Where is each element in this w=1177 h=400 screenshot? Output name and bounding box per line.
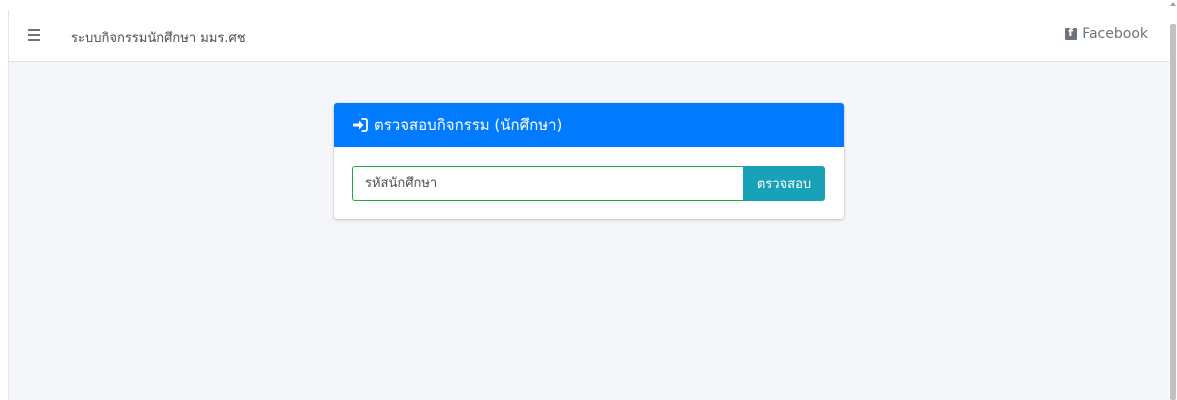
sign-in-icon: [353, 118, 368, 132]
scroll-up-arrow-icon[interactable]: [1170, 2, 1176, 6]
top-navbar: ระบบกิจกรรมนักศึกษา มมร.ศช Facebook: [9, 10, 1170, 62]
site-title-link[interactable]: ระบบกิจกรรมนักศึกษา มมร.ศช: [71, 27, 246, 48]
facebook-link[interactable]: Facebook: [1065, 26, 1148, 42]
app-wrapper: ระบบกิจกรรมนักศึกษา มมร.ศช Facebook ตรวจ…: [8, 10, 1170, 400]
hamburger-line: [28, 29, 40, 31]
facebook-label: Facebook: [1082, 26, 1148, 42]
hamburger-line: [28, 34, 40, 36]
check-activity-card: ตรวจสอบกิจกรรม (นักศึกษา) ตรวจสอบ: [334, 103, 844, 219]
page-scrollbar[interactable]: [1169, 0, 1177, 400]
hamburger-icon[interactable]: [26, 26, 44, 46]
card-header: ตรวจสอบกิจกรรม (นักศึกษา): [334, 103, 844, 147]
facebook-square-icon: [1065, 26, 1078, 40]
top-strip: [0, 0, 1177, 10]
student-id-input[interactable]: [352, 166, 743, 201]
card-title: ตรวจสอบกิจกรรม (นักศึกษา): [374, 116, 563, 134]
hamburger-line: [28, 39, 40, 41]
check-button[interactable]: ตรวจสอบ: [743, 166, 825, 201]
card-body: ตรวจสอบ: [352, 166, 826, 201]
scrollbar-thumb[interactable]: [1170, 24, 1176, 400]
